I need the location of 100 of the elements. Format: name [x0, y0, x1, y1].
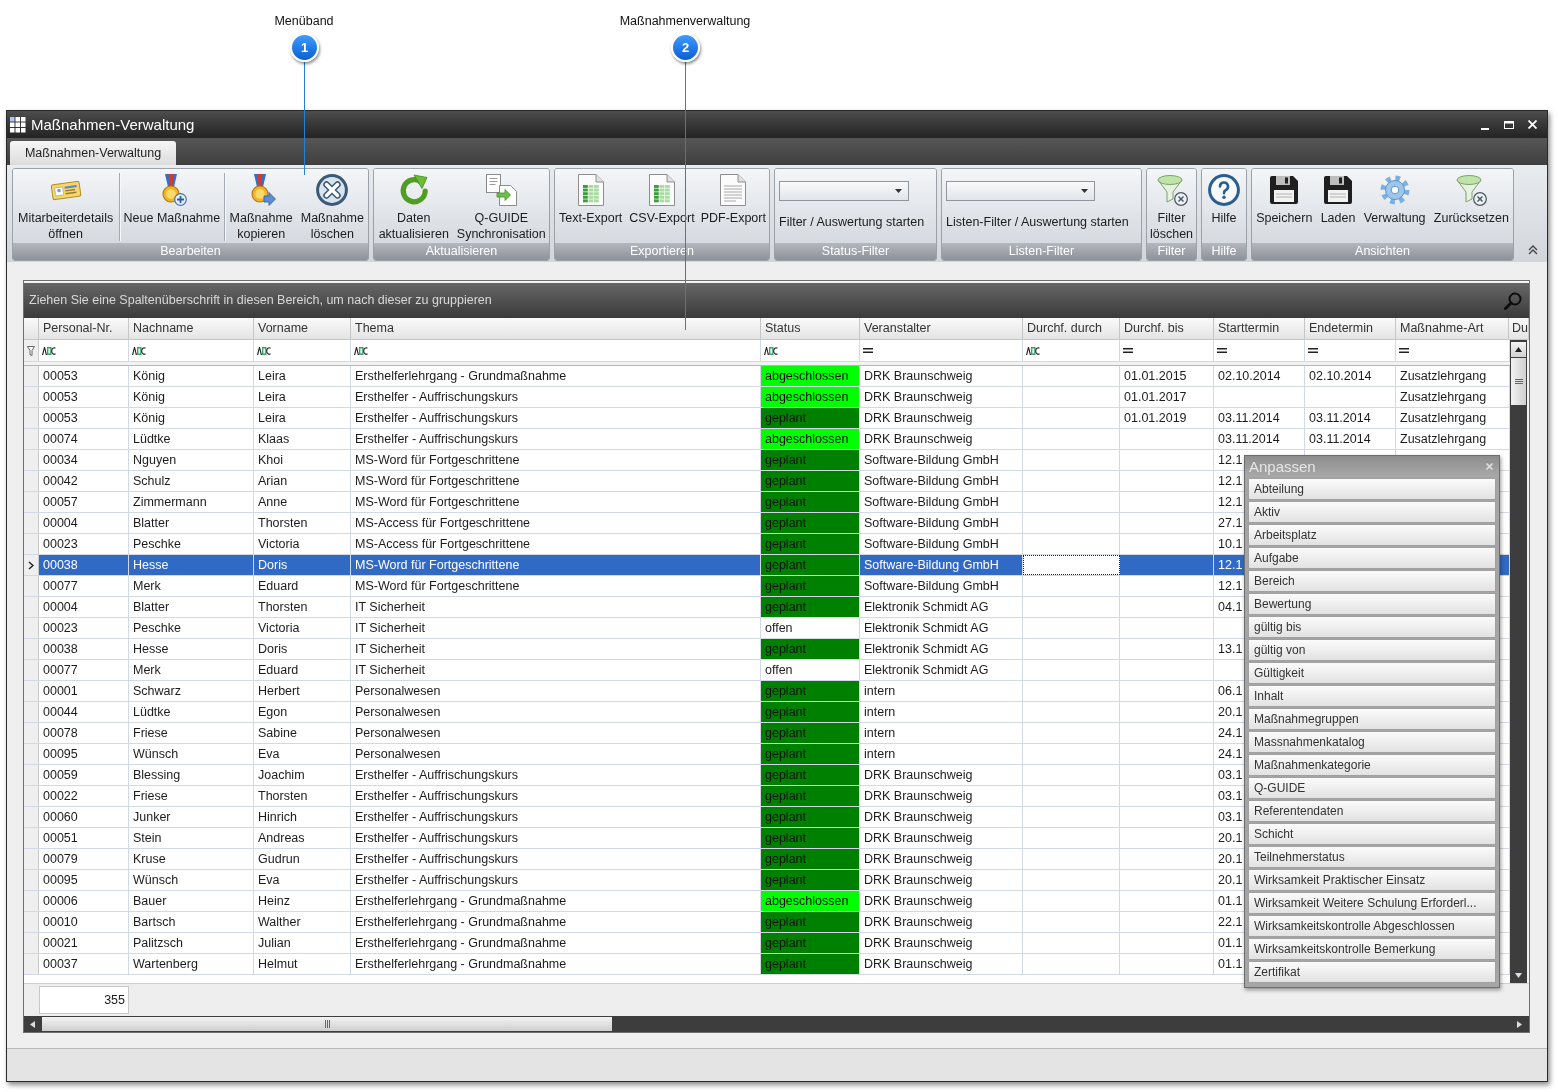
first-name: Thorsten [258, 600, 308, 614]
equals-filter-icon[interactable] [1399, 348, 1409, 353]
personnel-number: 00078 [43, 726, 78, 740]
status-cell: geplant [761, 576, 860, 596]
column-header[interactable]: Durchf. durch [1023, 318, 1120, 340]
last-name: Bauer [133, 894, 167, 908]
column-header[interactable]: Status [761, 318, 860, 340]
ribbon-button[interactable]: Zurücksetzen [1429, 169, 1513, 226]
scrollbar-thumb[interactable] [1511, 358, 1526, 405]
course-topic: Ersthelferlehrgang - Grundmaßnahme [355, 894, 567, 908]
status-cell: geplant [761, 954, 860, 974]
dropdown-field[interactable] [779, 181, 909, 201]
organizer: intern [864, 747, 896, 761]
ribbon-button[interactable]: PDF-Export [698, 169, 769, 226]
tab[interactable]: Maßnahmen-Verwaltung [10, 141, 176, 165]
text-filter-icon[interactable] [132, 346, 146, 355]
course-topic: MS-Access für Fortgeschrittene [355, 537, 531, 551]
ribbon-button[interactable]: Mitarbeiterdetails öffnen [13, 169, 118, 242]
equals-filter-icon[interactable] [863, 348, 873, 353]
group-label: Hilfe [1202, 243, 1246, 260]
filter-field[interactable] [254, 340, 351, 361]
filter-field[interactable] [1396, 340, 1510, 361]
course-topic: MS-Word für Fortgeschrittene [355, 474, 520, 488]
filter-field[interactable] [351, 340, 761, 361]
filter-field[interactable] [1214, 340, 1305, 361]
ribbon-button[interactable]: Speichern [1252, 169, 1317, 226]
first-name: Eva [258, 873, 280, 887]
organizer: Software-Bildung GmbH [864, 579, 999, 593]
scrollbar-thumb[interactable] [42, 1017, 612, 1031]
caret-icon [1081, 189, 1088, 193]
start-date: 13.1 [1218, 642, 1243, 656]
window-title: Maßnahmen-Verwaltung [31, 115, 195, 134]
ribbon-button[interactable]: Text-Export [555, 169, 626, 226]
ribbon-button[interactable]: Maßnahme kopieren [226, 169, 297, 242]
first-name: Gudrun [258, 852, 300, 866]
spreadsheet-document-icon [577, 174, 604, 206]
text-filter-icon[interactable] [354, 346, 368, 355]
dropdown-field[interactable] [946, 181, 1095, 201]
search-icon[interactable] [1504, 291, 1522, 310]
organizer: DRK Braunschweig [864, 789, 973, 803]
filter-field[interactable] [1305, 340, 1396, 361]
last-name: Peschke [133, 537, 181, 551]
ribbon-button[interactable]: Verwaltung [1359, 169, 1430, 226]
text-filter-icon[interactable] [1026, 346, 1040, 355]
column-header[interactable]: Endetermin [1305, 318, 1396, 340]
text-filter-icon[interactable] [764, 346, 778, 355]
first-name: Andreas [258, 831, 305, 845]
first-name: Klaas [258, 432, 290, 446]
column-header[interactable]: Nachname [129, 318, 254, 340]
text-filter-icon[interactable] [42, 346, 56, 355]
ribbon-button[interactable]: Neue Maßnahme [120, 169, 223, 226]
collapse-icon[interactable] [1528, 245, 1538, 255]
id-card-icon [49, 178, 82, 202]
column-header[interactable]: Vorname [254, 318, 351, 340]
number-badge: 1 [290, 33, 319, 62]
personnel-number: 00042 [43, 474, 78, 488]
ribbon-button[interactable]: Maßnahme löschen [297, 169, 368, 242]
status-cell: abgeschlossen [761, 387, 860, 407]
first-name: Sabine [258, 726, 297, 740]
column-header[interactable]: Veranstalter [860, 318, 1023, 340]
equals-filter-icon[interactable] [1123, 348, 1133, 353]
course-topic: Ersthelfer - Auffrischungskurs [355, 768, 519, 782]
maximize-button[interactable] [1503, 119, 1514, 130]
filter-field[interactable] [761, 340, 860, 361]
column-header[interactable]: Maßnahme-Art [1396, 318, 1509, 340]
start-date: 01.1 [1218, 936, 1243, 950]
filter-field[interactable] [1120, 340, 1214, 361]
column-header[interactable]: Personal-Nr. [39, 318, 129, 340]
equals-filter-icon[interactable] [1308, 348, 1318, 353]
status-cell: geplant [761, 933, 860, 953]
filter-field[interactable] [129, 340, 254, 361]
text-filter-icon[interactable] [257, 346, 271, 355]
funnel-icon [27, 345, 35, 356]
filter-field[interactable] [860, 340, 1023, 361]
start-date: 03.1 [1218, 789, 1243, 803]
spreadsheet-document-icon [649, 174, 675, 206]
ribbon-button[interactable]: Daten aktualisieren [374, 169, 454, 242]
last-name: Hesse [133, 642, 169, 656]
scroll-up-button[interactable] [1511, 342, 1526, 357]
ribbon-button[interactable]: Filter / Auswertung starten [779, 214, 925, 230]
filter-field[interactable] [1023, 340, 1120, 361]
personnel-number: 00079 [43, 852, 78, 866]
personnel-number: 00004 [43, 516, 78, 530]
ribbon-button[interactable]: Listen-Filter / Auswertung starten [946, 214, 1129, 230]
equals-filter-icon[interactable] [1217, 348, 1227, 353]
column-header[interactable]: Starttermin [1214, 318, 1305, 340]
filter-field[interactable] [39, 340, 129, 361]
column-header[interactable]: Durchf. bis [1120, 318, 1214, 340]
ribbon-button[interactable]: Q-GUIDE Synchronisation [453, 169, 549, 242]
ribbon-button[interactable]: Laden [1316, 169, 1360, 226]
group-label: Status-Filter [775, 243, 936, 260]
first-name: Doris [258, 558, 288, 572]
last-name: Merk [133, 579, 161, 593]
ribbon-button[interactable]: Filter löschen [1147, 169, 1196, 242]
column-header[interactable]: Du [1509, 318, 1529, 340]
last-name: Blessing [133, 768, 181, 782]
course-topic: IT Sicherheit [355, 663, 425, 677]
end-date: 03.11.2014 [1309, 432, 1371, 446]
personnel-number: 00053 [43, 411, 78, 425]
column-header[interactable]: Thema [351, 318, 761, 340]
